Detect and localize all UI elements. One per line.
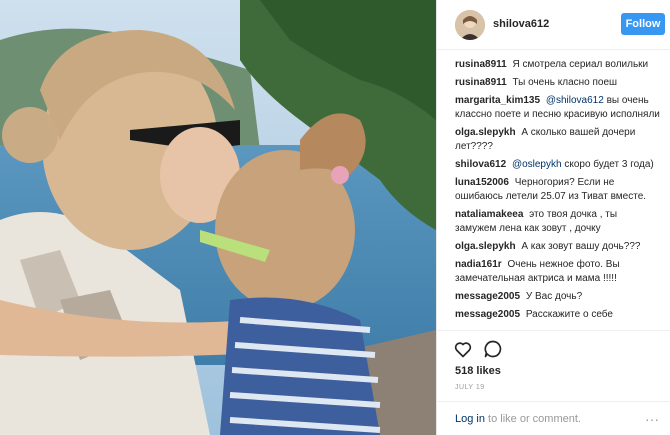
comment-username[interactable]: message2005 (455, 291, 520, 302)
post-photo[interactable] (0, 0, 436, 435)
follow-button[interactable]: Follow (621, 13, 665, 35)
comment-bubble-icon[interactable] (483, 339, 503, 359)
login-prompt: Log in to like or comment. (455, 413, 581, 425)
comment-username[interactable]: olga.slepykh (455, 241, 516, 252)
comment-text: Я смотрела сериал волильки (512, 59, 649, 70)
comment-username[interactable]: nadia161r (455, 259, 502, 270)
comment-item: nadia161r Очень нежное фото. Вы замечате… (455, 258, 661, 286)
comment-text: Ты очень класно поеш (512, 77, 618, 88)
comment-item: shilova612 @oslepykh скоро будет 3 года) (455, 158, 661, 172)
likes-count[interactable]: 518 likes (455, 365, 501, 377)
comment-item: olga.slepykh А сколько вашей дочери лет?… (455, 126, 661, 154)
post-author-username[interactable]: shilova612 (493, 18, 549, 30)
comment-username[interactable]: olga.slepykh (455, 127, 516, 138)
more-options-icon[interactable]: ··· (645, 412, 659, 426)
comment-text: А как зовут вашу дочь??? (521, 241, 641, 252)
comment-item: rusina8911 Я смотрела сериал волильки (455, 58, 661, 72)
comment-text: Расскажите о себе (525, 309, 613, 320)
post-date: JULY 19 (455, 384, 485, 391)
comment-item: message2005 У Вас дочь? (455, 290, 661, 304)
login-link[interactable]: Log in (455, 413, 485, 425)
comment-item: rusina8911 Ты очень класно поеш (455, 76, 661, 90)
post-actions: 518 likes JULY 19 Log in to like or comm… (437, 330, 670, 435)
login-bar: Log in to like or comment. ··· (437, 401, 670, 435)
login-prompt-text: to like or comment. (488, 413, 581, 425)
comment-item: nataliamakeea это твоя дочка , ты замуже… (455, 208, 661, 236)
comment-item: olga.slepykh А как зовут вашу дочь??? (455, 240, 661, 254)
avatar[interactable] (455, 10, 485, 40)
comment-username[interactable]: margarita_kim135 (455, 95, 540, 106)
photo-mother-and-daughter-image (0, 0, 436, 435)
comment-username[interactable]: luna152006 (455, 177, 509, 188)
comment-item: message2005 Расскажите о себе (455, 308, 661, 322)
comment-item: luna152006 Черногория? Если не ошибаюсь … (455, 176, 661, 204)
comment-username[interactable]: message2005 (455, 309, 520, 320)
heart-icon[interactable] (453, 339, 473, 359)
comment-mention[interactable]: @shilova612 (546, 95, 604, 106)
comment-text: У Вас дочь? (525, 291, 583, 302)
post-header: shilova612 Follow (437, 0, 670, 50)
comment-username[interactable]: shilova612 (455, 159, 506, 170)
comment-username[interactable]: rusina8911 (455, 59, 507, 70)
comment-mention[interactable]: @oslepykh (512, 159, 562, 170)
comments-list[interactable]: rusina8911 Я смотрела сериал волильки ru… (437, 58, 670, 330)
avatar-image (455, 10, 485, 40)
comment-username[interactable]: nataliamakeea (455, 209, 523, 220)
comment-item: margarita_kim135 @shilova612 вы очень кл… (455, 94, 661, 122)
post-sidebar: shilova612 Follow rusina8911 Я смотрела … (436, 0, 670, 435)
comment-text: скоро будет 3 года) (564, 159, 654, 170)
comment-username[interactable]: rusina8911 (455, 77, 507, 88)
